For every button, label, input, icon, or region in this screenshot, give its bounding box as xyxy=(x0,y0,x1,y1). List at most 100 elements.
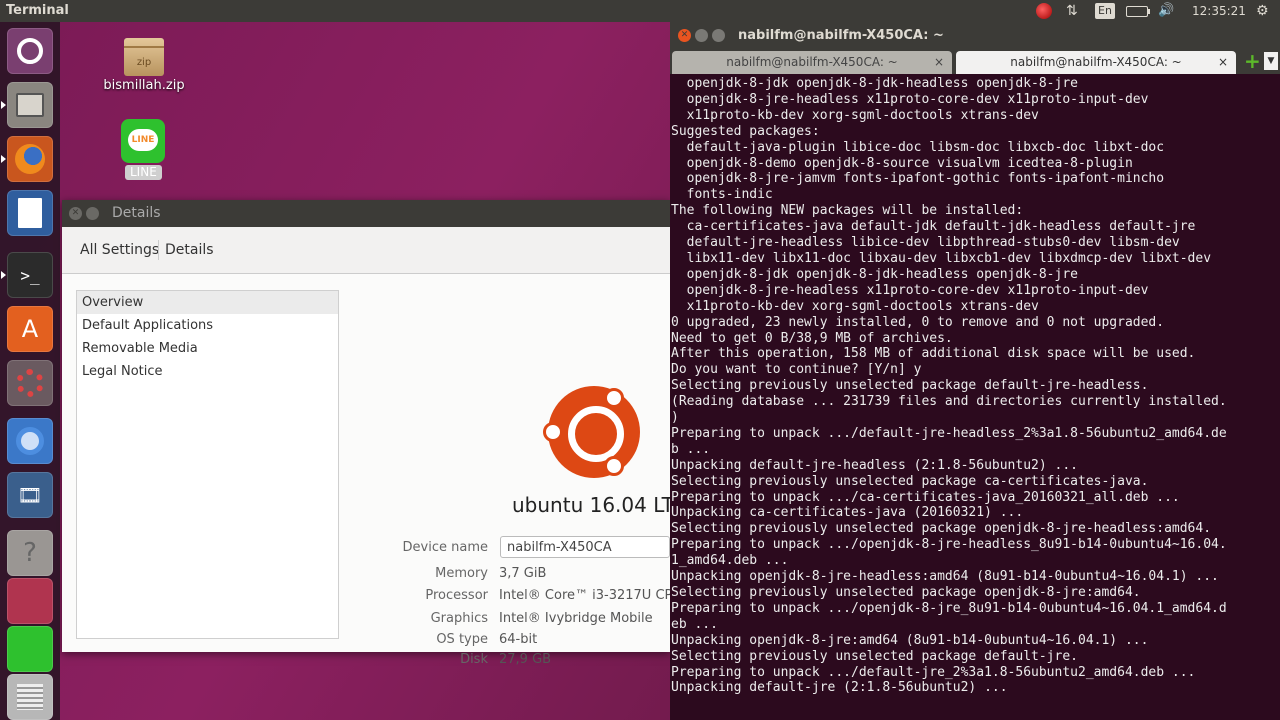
terminal-tab-2-label: nabilfm@nabilfm-X450CA: ~ xyxy=(1010,55,1182,69)
terminal-line: default-jre-headless libice-dev libpthre… xyxy=(671,235,1180,251)
terminal-line: Unpacking openjdk-8-jre-headless:amd64 (… xyxy=(671,569,1219,585)
details-titlebar[interactable]: ✕ Details xyxy=(62,200,670,227)
line-app-label: LINE xyxy=(125,165,162,180)
ubuntu-dash-icon[interactable] xyxy=(7,28,53,74)
terminal-line: Unpacking ca-certificates-java (20160321… xyxy=(671,505,1024,521)
details-sidebar: Overview Default Applications Removable … xyxy=(76,290,339,639)
terminal-line: ) xyxy=(671,410,679,426)
system-settings-icon[interactable] xyxy=(7,360,53,406)
os-type-value: 64-bit xyxy=(499,632,538,647)
terminal-titlebar[interactable]: ✕ nabilfm@nabilfm-X450CA: ~ xyxy=(670,22,1280,50)
terminal-line: After this operation, 158 MB of addition… xyxy=(671,346,1196,362)
terminal-line: x11proto-kb-dev xorg-sgml-doctools xtran… xyxy=(671,298,1039,314)
software-center-icon[interactable]: A xyxy=(7,306,53,352)
network-icon[interactable]: ⇅ xyxy=(1066,2,1078,20)
line-badge-text: LINE xyxy=(128,129,158,151)
processor-value: Intel® Core™ i3-3217U CPU xyxy=(499,588,682,603)
chromium-icon[interactable] xyxy=(7,418,53,464)
disk-value: 27,9 GB xyxy=(499,652,552,667)
terminal-line: Selecting previously unselected package … xyxy=(671,585,1141,600)
close-icon[interactable]: ✕ xyxy=(69,207,82,220)
sidebar-item-overview[interactable]: Overview xyxy=(77,291,338,314)
terminal-line: Do you want to continue? [Y/n] y xyxy=(671,362,922,378)
terminal-line: Need to get 0 B/38,9 MB of archives. xyxy=(671,330,953,346)
disk-label: Disk xyxy=(460,652,488,667)
terminal-line: The following NEW packages will be insta… xyxy=(671,203,1024,219)
terminal-line: Preparing to unpack .../openjdk-8-jre-he… xyxy=(671,537,1227,553)
device-name-field[interactable]: nabilfm-X450CA xyxy=(500,536,670,558)
terminal-line: openjdk-8-jre-headless x11proto-core-dev… xyxy=(671,91,1149,107)
maximize-icon[interactable] xyxy=(712,29,725,42)
system-gear-icon[interactable]: ⚙ xyxy=(1256,2,1269,20)
clock[interactable]: 12:35:21 xyxy=(1192,2,1246,20)
terminal-tab-2[interactable]: nabilfm@nabilfm-X450CA: ~ × xyxy=(956,51,1236,74)
line-app-icon: LINE xyxy=(121,119,165,163)
terminal-line: openjdk-8-jre-headless x11proto-core-dev… xyxy=(671,282,1149,298)
volume-icon[interactable]: 🔊 xyxy=(1158,2,1174,20)
terminal-line: 1_amd64.deb ... xyxy=(671,553,789,569)
terminal-window-title: nabilfm@nabilfm-X450CA: ~ xyxy=(738,28,944,43)
sidebar-item-removable-media[interactable]: Removable Media xyxy=(77,337,338,360)
terminal-line: Unpacking openjdk-8-jre:amd64 (8u91-b14-… xyxy=(671,632,1149,648)
unknown-app-icon[interactable]: ? xyxy=(7,530,53,576)
terminal-line: (Reading database ... 231739 files and d… xyxy=(671,394,1227,410)
memory-value: 3,7 GiB xyxy=(499,566,547,581)
terminal-line: 0 upgraded, 23 newly installed, 0 to rem… xyxy=(671,314,1165,330)
zip-file-icon: zip xyxy=(124,38,164,76)
terminal-tab-1[interactable]: nabilfm@nabilfm-X450CA: ~ × xyxy=(672,51,952,74)
details-breadcrumb: All Settings Details xyxy=(62,227,670,274)
app-2-icon[interactable] xyxy=(7,626,53,672)
minimize-icon[interactable] xyxy=(86,207,99,220)
terminal-line: Selecting previously unselected package … xyxy=(671,378,1149,394)
terminal-line: Suggested packages: xyxy=(671,123,820,139)
details-content: Overview Default Applications Removable … xyxy=(62,274,687,667)
terminal-line: openjdk-8-jdk openjdk-8-jdk-headless ope… xyxy=(671,76,1078,91)
graphics-value: Intel® Ivybridge Mobile xyxy=(499,611,653,626)
terminal-line: Unpacking default-jre (2:1.8-56ubuntu2) … xyxy=(671,680,1008,696)
record-icon[interactable] xyxy=(1036,3,1052,19)
sidebar-item-default-applications[interactable]: Default Applications xyxy=(77,314,338,337)
terminal-line: Preparing to unpack .../ca-certificates-… xyxy=(671,489,1180,505)
device-name-label: Device name xyxy=(402,540,488,555)
close-tab-icon[interactable]: × xyxy=(934,51,944,73)
details-window: ✕ Details All Settings Details Overview … xyxy=(62,200,687,667)
terminal-line: Unpacking default-jre-headless (2:1.8-56… xyxy=(671,457,1078,473)
terminal-line: Selecting previously unselected package … xyxy=(671,521,1212,537)
terminal-window: ✕ nabilfm@nabilfm-X450CA: ~ nabilfm@nabi… xyxy=(670,22,1280,720)
os-type-label: OS type xyxy=(436,632,488,647)
terminal-output[interactable]: openjdk-8-jdk openjdk-8-jdk-headless ope… xyxy=(670,76,1280,720)
terminal-line: Preparing to unpack .../default-jre_2%3a… xyxy=(671,664,1196,680)
chevron-down-icon[interactable]: ▼ xyxy=(1264,52,1278,70)
terminal-line: ca-certificates-java default-jdk default… xyxy=(671,219,1196,235)
terminal-icon[interactable]: >_ xyxy=(1,252,53,298)
terminal-tab-1-label: nabilfm@nabilfm-X450CA: ~ xyxy=(726,55,898,69)
graphics-label: Graphics xyxy=(430,611,488,626)
video-editor-icon[interactable]: 🎞 xyxy=(7,472,53,518)
crumb-all-settings[interactable]: All Settings xyxy=(74,240,165,260)
terminal-line: libx11-dev libx11-doc libxau-dev libxcb1… xyxy=(671,250,1212,266)
firefox-icon[interactable] xyxy=(1,136,53,182)
keyboard-lang-indicator[interactable]: En xyxy=(1095,3,1115,19)
terminal-line: Preparing to unpack .../openjdk-8-jre_8u… xyxy=(671,600,1227,616)
files-icon[interactable] xyxy=(1,82,53,128)
top-panel: Terminal ⇅ En 🔊 12:35:21 ⚙ xyxy=(0,0,1280,22)
libreoffice-writer-icon[interactable] xyxy=(7,190,53,236)
terminal-line: openjdk-8-jre-jamvm fonts-ipafont-gothic… xyxy=(671,171,1165,187)
sidebar-item-legal-notice[interactable]: Legal Notice xyxy=(77,360,338,383)
minimize-icon[interactable] xyxy=(695,29,708,42)
new-tab-icon[interactable]: + xyxy=(1244,51,1261,71)
terminal-line: default-java-plugin libice-doc libsm-doc… xyxy=(671,139,1165,155)
terminal-line: Selecting previously unselected package … xyxy=(671,473,1149,489)
close-tab-icon[interactable]: × xyxy=(1218,51,1228,73)
battery-icon[interactable] xyxy=(1126,6,1150,17)
ubuntu-logo-icon xyxy=(543,386,640,478)
terminal-line: Preparing to unpack .../default-jre-head… xyxy=(671,425,1227,441)
crumb-details[interactable]: Details xyxy=(158,240,220,260)
launcher: >_ A 🎞 ? xyxy=(0,22,60,720)
terminal-line: x11proto-kb-dev xorg-sgml-doctools xtran… xyxy=(671,107,1039,123)
os-name: ubuntu 16.04 LTS xyxy=(512,493,687,517)
app-1-icon[interactable] xyxy=(7,578,53,624)
trash-icon[interactable] xyxy=(7,674,53,720)
terminal-line: openjdk-8-jdk openjdk-8-jdk-headless ope… xyxy=(671,266,1078,282)
close-icon[interactable]: ✕ xyxy=(678,29,691,42)
